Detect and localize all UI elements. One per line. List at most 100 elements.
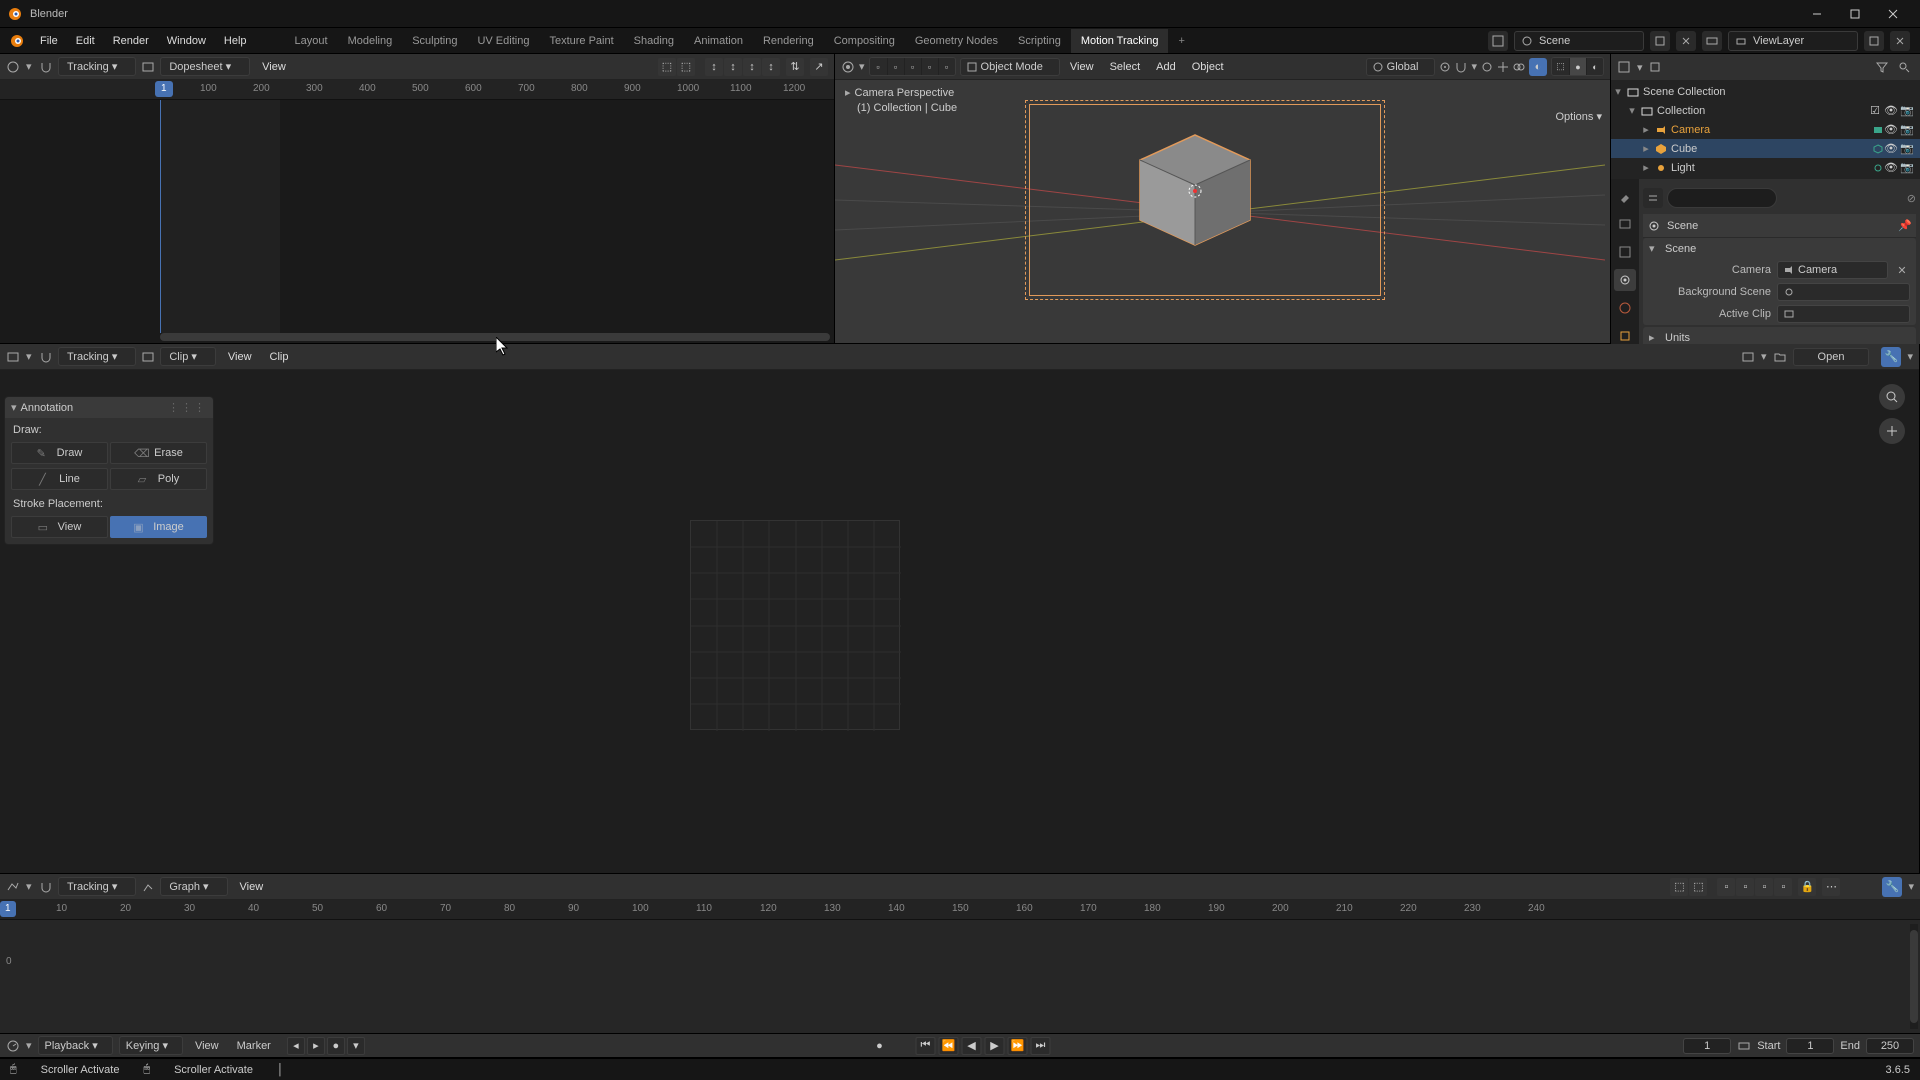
tab-motion-tracking[interactable]: Motion Tracking xyxy=(1071,29,1169,53)
clip-tracking-dropdown[interactable]: Tracking ▾ xyxy=(58,347,136,366)
menu-edit[interactable]: Edit xyxy=(68,31,103,51)
play-button[interactable]: ▶ xyxy=(985,1037,1005,1055)
render-icon[interactable]: 📷 xyxy=(1900,123,1914,137)
graph-mode-icon[interactable] xyxy=(142,881,154,893)
filter-btn-2[interactable]: ⬚ xyxy=(677,58,695,76)
graph-show-4[interactable]: ▫ xyxy=(1774,878,1792,896)
sort-btn-2[interactable]: ↕ xyxy=(724,58,742,76)
auto-key-mode[interactable]: ▾ xyxy=(347,1037,365,1055)
viewport-object-menu[interactable]: Object xyxy=(1186,59,1230,75)
outliner-collection[interactable]: ▾ Collection ☑ 👁 📷 xyxy=(1611,101,1920,120)
new-viewlayer-button[interactable] xyxy=(1864,31,1884,51)
remove-viewlayer-button[interactable] xyxy=(1890,31,1910,51)
scene-browse-icon[interactable] xyxy=(1488,31,1508,51)
magnet-icon[interactable] xyxy=(40,61,52,73)
mode-extra1[interactable]: ▫ xyxy=(921,58,938,75)
mode-face[interactable]: ▫ xyxy=(904,58,921,75)
graph-ruler[interactable]: 1 10 20 30 40 50 60 70 80 90 100 110 120… xyxy=(0,900,1920,920)
clip-editor-body[interactable] xyxy=(0,370,1919,873)
shading-solid[interactable]: ● xyxy=(1569,58,1586,75)
tab-compositing[interactable]: Compositing xyxy=(824,29,905,53)
outliner-item-camera[interactable]: ▸ Camera 👁 📷 xyxy=(1611,120,1920,139)
placement-view-button[interactable]: ▭View xyxy=(11,516,108,538)
clip-open-button[interactable]: Open xyxy=(1793,348,1870,366)
dopesheet-ruler[interactable]: 1 100 200 300 400 500 600 700 800 900 10… xyxy=(0,80,834,100)
shading-material[interactable]: ◐ xyxy=(1586,58,1603,75)
tab-texture-paint[interactable]: Texture Paint xyxy=(539,29,623,53)
timeline-editor-type-icon[interactable] xyxy=(6,1039,20,1053)
magnet-icon[interactable] xyxy=(40,351,52,363)
tab-uv-editing[interactable]: UV Editing xyxy=(467,29,539,53)
menu-file[interactable]: File xyxy=(32,31,66,51)
dopesheet-view-menu[interactable]: View xyxy=(256,59,292,75)
tab-modeling[interactable]: Modeling xyxy=(338,29,403,53)
outliner-display-mode-icon[interactable] xyxy=(1649,61,1661,73)
mode-extra2[interactable]: ▫ xyxy=(938,58,955,75)
tab-scripting[interactable]: Scripting xyxy=(1008,29,1071,53)
pin-icon[interactable]: 📌 xyxy=(1898,219,1912,232)
mesh-data-icon[interactable] xyxy=(1872,143,1884,155)
chevron-down-icon[interactable]: ▾ xyxy=(1907,350,1913,363)
mode-edge[interactable]: ▫ xyxy=(887,58,904,75)
outliner-scene-collection[interactable]: ▾ Scene Collection xyxy=(1611,82,1920,101)
viewport-3d[interactable]: ▸Camera Perspective (1) Collection | Cub… xyxy=(835,80,1610,343)
jump-end-button[interactable]: ⏭ xyxy=(1031,1037,1051,1055)
props-pin-icon[interactable]: ⊘ xyxy=(1907,192,1916,205)
clip-open-folder-icon[interactable] xyxy=(1773,350,1787,364)
close-button[interactable] xyxy=(1874,2,1912,26)
graph-filter-2[interactable]: ⬚ xyxy=(1689,878,1707,896)
placement-image-button[interactable]: ▣Image xyxy=(110,516,207,538)
tab-shading[interactable]: Shading xyxy=(624,29,684,53)
poly-button[interactable]: ▱Poly xyxy=(110,468,207,490)
sort-btn-3[interactable]: ↕ xyxy=(743,58,761,76)
playhead[interactable] xyxy=(160,100,161,333)
chevron-down-icon[interactable]: ▾ xyxy=(26,1039,32,1052)
graph-show-2[interactable]: ▫ xyxy=(1736,878,1754,896)
proportional-icon[interactable] xyxy=(1481,61,1493,73)
search-icon[interactable] xyxy=(1898,61,1914,73)
new-scene-button[interactable] xyxy=(1650,31,1670,51)
start-frame-input[interactable]: 1 xyxy=(1786,1038,1834,1054)
zoom-icon[interactable] xyxy=(1879,384,1905,410)
invert-btn[interactable]: ⇅ xyxy=(786,58,804,76)
sort-btn-4[interactable]: ↕ xyxy=(762,58,780,76)
chevron-down-icon[interactable]: ▾ xyxy=(1637,61,1643,74)
snap-icon[interactable] xyxy=(1455,61,1467,73)
remove-scene-button[interactable] xyxy=(1676,31,1696,51)
editor-type-icon[interactable] xyxy=(6,60,20,74)
next-keyframe-button[interactable]: ⏩ xyxy=(1008,1037,1028,1055)
chevron-down-icon[interactable]: ▾ xyxy=(859,60,865,73)
section-units[interactable]: Units xyxy=(1665,332,1690,344)
dopesheet-body[interactable] xyxy=(0,100,834,343)
timeline-view-menu[interactable]: View xyxy=(189,1038,225,1054)
add-workspace-button[interactable]: + xyxy=(1168,31,1194,51)
outliner-item-cube[interactable]: ▸ Cube 👁 📷 xyxy=(1611,139,1920,158)
line-button[interactable]: ╱Line xyxy=(11,468,108,490)
app-icon[interactable] xyxy=(10,34,24,48)
chevron-down-icon[interactable]: ▾ xyxy=(1908,880,1914,893)
chevron-down-icon[interactable]: ▾ xyxy=(26,350,34,363)
props-search-input[interactable] xyxy=(1667,188,1777,208)
magnet-icon[interactable] xyxy=(40,881,52,893)
gizmo-icon[interactable] xyxy=(1497,61,1509,73)
chevron-down-icon[interactable]: ▾ xyxy=(26,880,34,893)
menu-window[interactable]: Window xyxy=(159,31,214,51)
shading-wireframe[interactable]: ⬚ xyxy=(1552,58,1569,75)
chevron-down-icon[interactable]: ▾ xyxy=(26,60,34,73)
expand-btn[interactable]: ↗ xyxy=(810,58,828,76)
bgscene-field[interactable] xyxy=(1777,283,1910,301)
graph-tool-toggle[interactable]: 🔧 xyxy=(1882,877,1902,897)
graph-body[interactable]: 0 xyxy=(0,920,1920,1033)
orientation-dropdown[interactable]: Global xyxy=(1366,58,1436,76)
mode-vertex[interactable]: ▫ xyxy=(870,58,887,75)
annotation-title[interactable]: Annotation xyxy=(21,402,74,414)
filter-icon[interactable] xyxy=(1876,61,1892,73)
graph-extra-btn[interactable]: ⋯ xyxy=(1822,878,1840,896)
tab-sculpting[interactable]: Sculpting xyxy=(402,29,467,53)
end-frame-input[interactable]: 250 xyxy=(1866,1038,1914,1054)
timeline-marker-menu[interactable]: Marker xyxy=(231,1038,277,1054)
camera-field[interactable]: Camera xyxy=(1777,261,1888,279)
snap-target-dropdown[interactable]: ▾ xyxy=(1471,60,1477,73)
props-options-icon[interactable] xyxy=(1643,188,1663,208)
scene-selector[interactable]: Scene xyxy=(1514,31,1644,51)
